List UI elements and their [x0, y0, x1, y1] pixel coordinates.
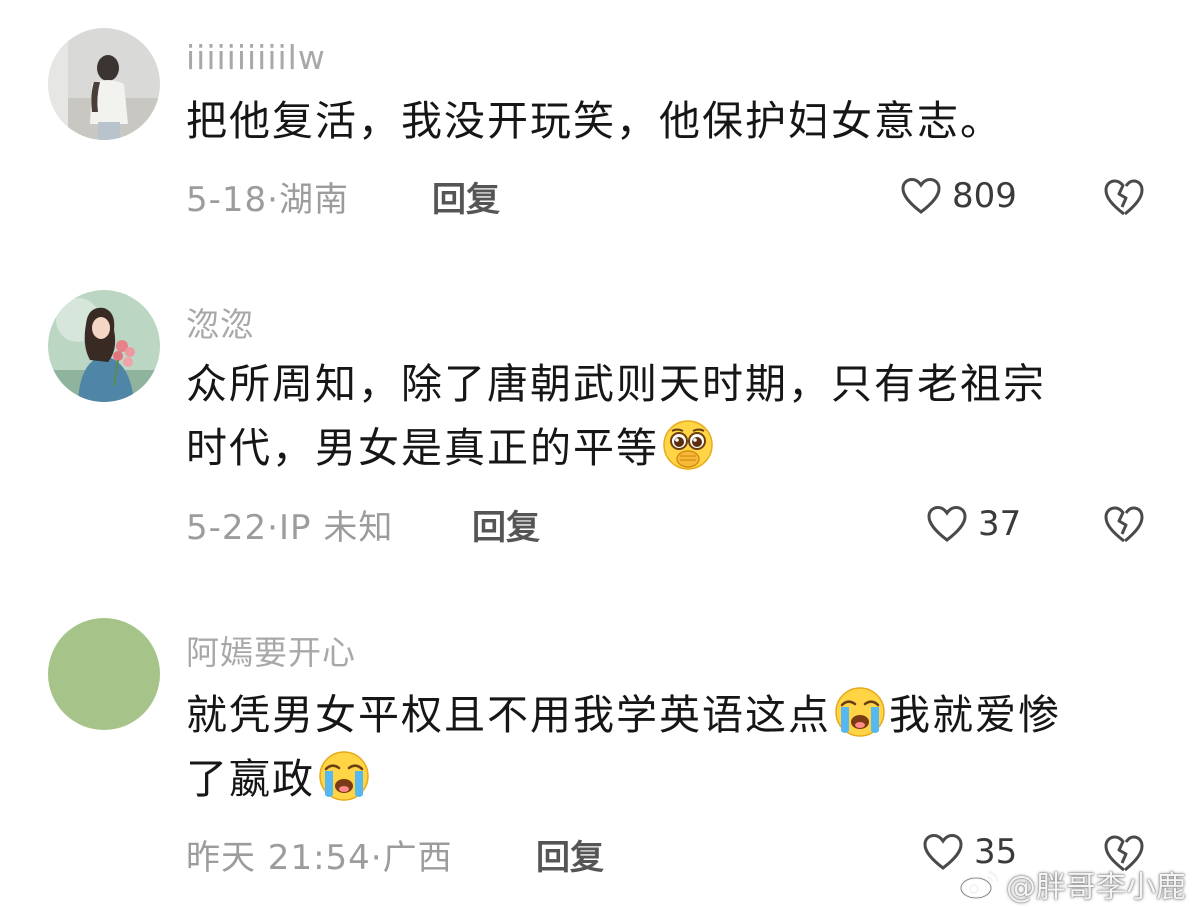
- heart-icon: [901, 177, 941, 214]
- avatar[interactable]: [48, 618, 160, 730]
- comment-text-segment: 时代，男女是真正的平等: [186, 424, 659, 472]
- like-button[interactable]: 37: [926, 502, 1021, 546]
- comment-text-line: 把他复活，我没开玩笑，他保护妇女意志。: [186, 97, 1003, 145]
- weibo-logo-icon: [959, 870, 999, 900]
- avatar[interactable]: [48, 290, 160, 402]
- reply-button[interactable]: 回复: [472, 500, 540, 549]
- comment-meta: 昨天 21:54·广西: [186, 830, 453, 879]
- comment-text-line: 众所周知，除了唐朝武则天时期，只有老祖宗: [186, 360, 1046, 408]
- reply-button[interactable]: 回复: [536, 830, 604, 879]
- comment-username[interactable]: 阿嫣要开心: [186, 626, 356, 674]
- loudly-crying-face-emoji-icon: [319, 751, 369, 801]
- meta-separator: ·: [267, 180, 279, 220]
- avatar[interactable]: [48, 28, 160, 140]
- dislike-icon[interactable]: [1102, 176, 1146, 218]
- meta-separator: ·: [370, 838, 383, 878]
- comment-meta: 5-18·湖南: [186, 172, 349, 221]
- comment-meta: 5-22·IP 未知: [186, 500, 393, 549]
- comment-text: 众所周知，除了唐朝武则天时期，只有老祖宗 时代，男女是真正的平等: [186, 352, 1146, 480]
- comment-list: iiiiiiiiiilw 把他复活，我没开玩笑，他保护妇女意志。 5-18·湖南…: [0, 0, 1200, 907]
- comment-date: 5-22: [186, 508, 268, 548]
- watermark: @胖哥李小鹿: [958, 862, 1186, 906]
- comment-text: 把他复活，我没开玩笑，他保护妇女意志。: [186, 89, 1146, 153]
- comment-username[interactable]: 淴淴: [186, 298, 254, 346]
- comment-date: 5-18: [186, 180, 268, 220]
- loudly-crying-face-emoji-icon: [835, 687, 885, 737]
- comment-text-line: 了嬴政: [186, 747, 1146, 811]
- like-count: 809: [952, 176, 1017, 216]
- meta-separator: ·: [267, 508, 279, 548]
- dislike-icon[interactable]: [1102, 503, 1146, 545]
- comment-location: 广西: [382, 838, 453, 878]
- like-count: 37: [978, 504, 1022, 544]
- comment-location: 湖南: [278, 180, 349, 220]
- comment-text-segment: 就凭男女平权且不用我学英语这点: [186, 691, 831, 739]
- like-button[interactable]: 809: [900, 174, 1017, 218]
- comment-location: IP 未知: [278, 508, 394, 548]
- pleading-face-emoji-icon: [663, 420, 713, 470]
- reply-button[interactable]: 回复: [432, 172, 500, 221]
- comment-text: 就凭男女平权且不用我学英语这点 我就爱惨 了嬴政: [186, 683, 1146, 811]
- comment-text-line: 就凭男女平权且不用我学英语这点 我就爱惨: [186, 683, 1146, 747]
- comment-text-line: 时代，男女是真正的平等: [186, 416, 1146, 480]
- comment-username[interactable]: iiiiiiiiiilw: [186, 38, 326, 77]
- heart-icon: [927, 505, 967, 542]
- comment-text-segment: 了嬴政: [186, 755, 315, 803]
- comment-text-segment: 我就爱惨: [889, 691, 1061, 739]
- comment-date: 昨天 21:54: [186, 838, 371, 878]
- watermark-text: @胖哥李小鹿: [1006, 870, 1186, 905]
